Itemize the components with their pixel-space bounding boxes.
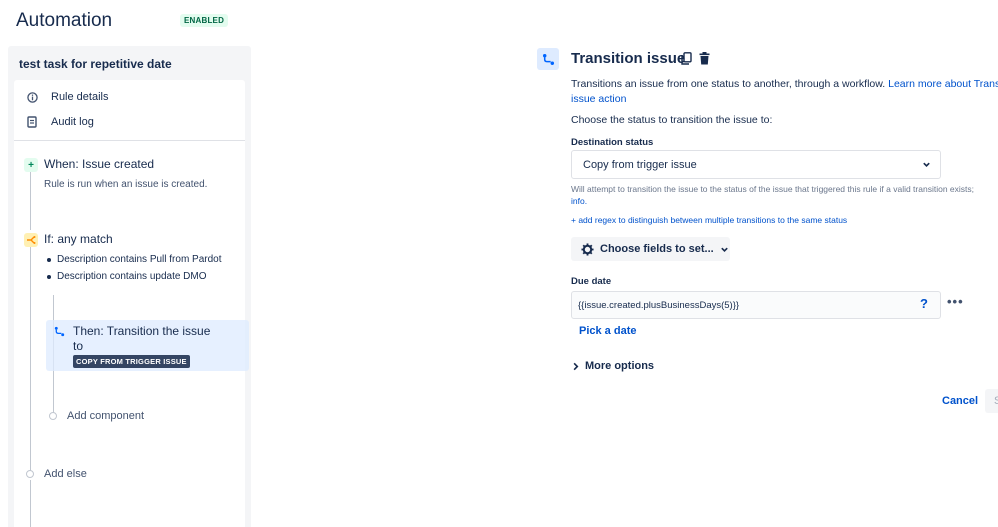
trigger-title[interactable]: When: Issue created: [44, 157, 154, 171]
action-panel-title: Transition issue: [571, 50, 686, 67]
due-date-input[interactable]: {{issue.created.plusBusinessDays(5)}}: [571, 291, 941, 319]
connector-line: [30, 480, 31, 527]
destination-help-text: Will attempt to transition the issue to …: [571, 183, 998, 207]
list-item: Description contains Pull from Pardot: [44, 252, 222, 269]
nav-rule-details[interactable]: Rule details: [26, 88, 108, 106]
gear-icon: [581, 242, 594, 256]
action-title[interactable]: Then: Transition the issue: [73, 324, 210, 338]
add-else-button[interactable]: Add else: [44, 468, 87, 480]
rule-name: test task for repetitive date: [19, 57, 172, 71]
action-title-line2: to: [73, 339, 84, 353]
add-component-node: [49, 412, 57, 420]
more-actions-icon[interactable]: •••: [947, 295, 964, 308]
due-date-label: Due date: [571, 276, 612, 287]
plus-icon: +: [24, 158, 38, 172]
copy-icon[interactable]: [679, 51, 693, 65]
list-item: Description contains update DMO: [44, 269, 222, 286]
branch-icon: [24, 233, 38, 247]
destination-status-select[interactable]: Copy from trigger issue: [571, 150, 941, 179]
nav-audit-log[interactable]: Audit log: [26, 113, 94, 131]
trigger-description: Rule is run when an issue is created.: [44, 179, 208, 190]
chevron-down-icon: [922, 160, 931, 172]
description-text: Transitions an issue from one status to …: [571, 78, 889, 90]
add-regex-link[interactable]: + add regex to distinguish between multi…: [571, 215, 847, 225]
due-date-value: {{issue.created.plusBusinessDays(5)}}: [578, 299, 740, 311]
add-else-node: [26, 470, 34, 478]
more-info-link[interactable]: info.: [571, 196, 587, 206]
trash-icon[interactable]: [697, 51, 711, 65]
divider: [14, 140, 245, 141]
status-badge: ENABLED: [180, 14, 229, 27]
action-description: Transitions an issue from one status to …: [571, 77, 998, 107]
help-text: Will attempt to transition the issue to …: [571, 184, 974, 194]
learn-more-link[interactable]: Learn more about Transit: [888, 78, 998, 90]
nav-audit-log-label: Audit log: [51, 116, 94, 128]
destination-status-value: Copy from trigger issue: [583, 158, 697, 171]
more-options-label: More options: [585, 360, 655, 372]
add-component-button[interactable]: Add component: [67, 410, 144, 422]
transition-icon: [537, 48, 559, 70]
save-button[interactable]: S: [985, 389, 998, 413]
info-icon: [26, 91, 38, 103]
condition-list: Description contains Pull from Pardot De…: [44, 252, 222, 286]
rule-card: Rule details Audit log + When: Issue cre…: [14, 80, 249, 527]
destination-status-label: Destination status: [571, 137, 654, 148]
chevron-right-icon: [572, 362, 579, 371]
connector-line: [30, 246, 31, 476]
pick-date-link[interactable]: Pick a date: [579, 325, 636, 337]
more-options-toggle[interactable]: More options: [572, 360, 654, 372]
condition-title[interactable]: If: any match: [44, 232, 113, 246]
nav-rule-details-label: Rule details: [51, 91, 109, 103]
action-value-badge: COPY FROM TRIGGER ISSUE: [73, 355, 190, 368]
help-icon[interactable]: ?: [920, 296, 932, 311]
audit-log-icon: [26, 116, 38, 128]
connector-line: [30, 170, 31, 230]
choose-fields-button[interactable]: Choose fields to set...: [571, 237, 730, 261]
choose-fields-label: Choose fields to set...: [600, 243, 714, 255]
page-title: Automation: [16, 10, 113, 31]
issue-action-link[interactable]: issue action: [571, 93, 626, 105]
cancel-button[interactable]: Cancel: [942, 395, 978, 407]
chevron-down-icon: [720, 245, 729, 254]
choose-status-text: Choose the status to transition the issu…: [571, 114, 773, 126]
transition-icon: [52, 324, 66, 338]
rule-sidebar: test task for repetitive date Rule detai…: [8, 46, 251, 527]
